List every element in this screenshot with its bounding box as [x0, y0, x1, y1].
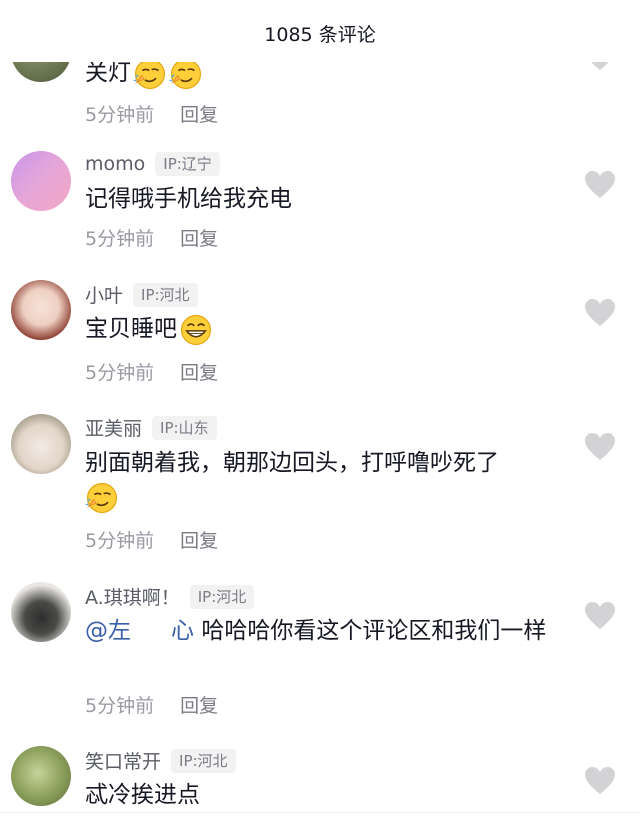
avatar[interactable] [11, 414, 71, 474]
divider [0, 812, 640, 813]
comment-header: A.琪琪啊！ IP:河北 [85, 583, 255, 610]
avatar[interactable] [11, 280, 71, 340]
comment-time: 5分钟前 [85, 228, 155, 250]
avatar[interactable] [11, 582, 71, 642]
comment-meta: 5分钟前 回复 [85, 691, 218, 718]
username[interactable]: 小叶 [85, 281, 123, 308]
comment-time: 5分钟前 [85, 104, 155, 126]
reply-button[interactable]: 回复 [180, 228, 218, 250]
ip-location-badge: IP:河北 [133, 282, 198, 307]
like-heart-icon[interactable] [584, 601, 616, 631]
reply-button[interactable]: 回复 [180, 362, 218, 384]
ip-location-badge: IP:山东 [152, 415, 217, 440]
username[interactable]: momo [85, 153, 145, 175]
comment-time: 5分钟前 [85, 695, 155, 717]
username[interactable]: A.琪琪啊！ [85, 583, 180, 610]
comment-meta: 5分钟前 回复 [85, 224, 218, 251]
comment-text: 宝贝睡吧 [85, 312, 565, 347]
comment-header: 亚美丽 IP:山东 [85, 414, 217, 441]
comment-time: 5分钟前 [85, 530, 155, 552]
reply-button[interactable]: 回复 [180, 104, 218, 126]
ip-location-badge: IP:辽宁 [155, 152, 220, 176]
comment-count-title: 1085 条评论 [0, 0, 640, 62]
comment-header: momo IP:辽宁 [85, 152, 220, 176]
comment-header: 笑口常开 IP:河北 [85, 747, 236, 774]
comment-meta: 5分钟前 回复 [85, 526, 218, 553]
username[interactable]: 笑口常开 [85, 747, 161, 774]
comment-text: 忒冷挨进点 [85, 782, 200, 808]
avatar[interactable] [11, 151, 71, 211]
comment-header: 小叶 IP:河北 [85, 281, 198, 308]
username[interactable]: 亚美丽 [85, 414, 142, 441]
comment-text: @左心 哈哈哈你看这个评论区和我们一样 [85, 618, 547, 644]
smirk-emoji [85, 482, 118, 513]
reply-button[interactable]: 回复 [180, 530, 218, 552]
comment-meta: 5分钟前 回复 [85, 100, 218, 127]
mention-link[interactable]: @左心 [85, 618, 194, 644]
ip-location-badge: IP:河北 [189, 584, 255, 609]
like-heart-icon[interactable] [584, 298, 616, 328]
like-heart-icon[interactable] [584, 170, 616, 200]
comment-text: 别面朝着我，朝那边回头，打呼噜吵死了 [85, 446, 565, 515]
reply-button[interactable]: 回复 [180, 695, 218, 717]
grin-emoji [180, 314, 212, 345]
comments-panel: 1085 条评论 关灯 5分钟前 回复 momo IP:辽宁 记得哦手机给我充电 … [0, 0, 640, 822]
like-heart-icon[interactable] [584, 766, 616, 796]
comment-text: 记得哦手机给我充电 [85, 186, 292, 212]
like-heart-icon[interactable] [584, 432, 616, 462]
comment-time: 5分钟前 [85, 362, 155, 384]
comment-meta: 5分钟前 回复 [85, 358, 218, 385]
ip-location-badge: IP:河北 [171, 748, 236, 773]
avatar[interactable] [11, 746, 71, 806]
